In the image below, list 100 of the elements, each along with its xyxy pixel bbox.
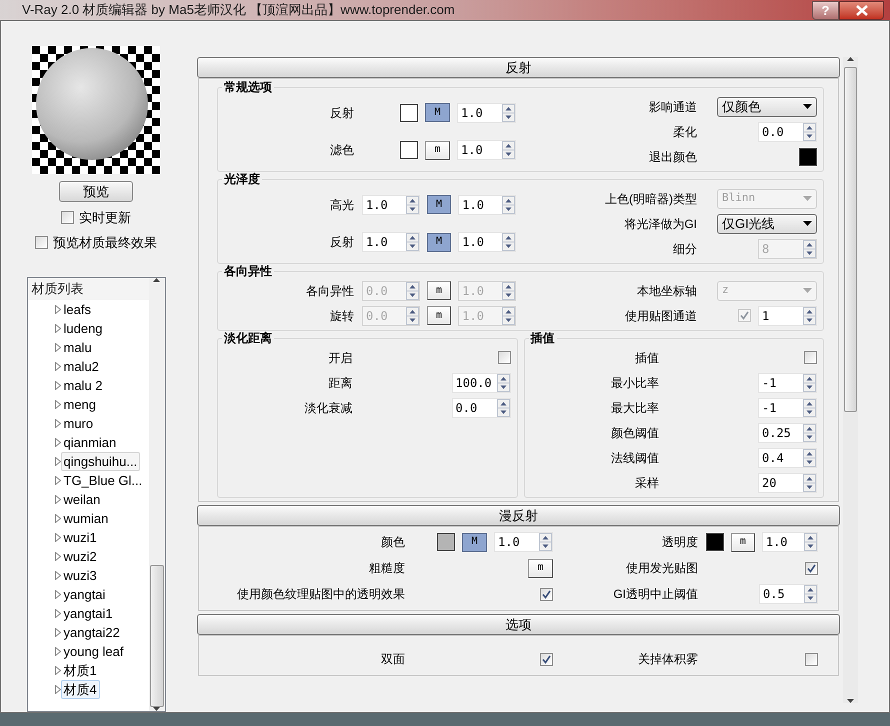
number-spinner[interactable]: 0.0 [452,398,510,418]
expand-arrow-icon[interactable] [54,305,60,314]
checkbox[interactable] [805,562,818,574]
number-spinner[interactable]: 0.4 [758,448,817,468]
number-spinner[interactable]: 1.0 [457,102,516,123]
map-button[interactable]: M [426,195,452,214]
material-item[interactable]: wuzi1 [60,528,100,547]
spin-arrows-icon[interactable] [803,374,816,392]
number-spinner[interactable]: 1.0 [762,532,818,552]
expand-arrow-icon[interactable] [54,457,60,466]
spin-arrows-icon[interactable] [804,585,817,603]
spin-arrows-icon[interactable] [803,424,816,442]
material-item[interactable]: ludeng [60,319,106,338]
expand-arrow-icon[interactable] [54,476,60,485]
spin-arrows-icon[interactable] [502,104,515,122]
expand-arrow-icon[interactable] [54,685,60,694]
map-button[interactable]: M [462,532,487,552]
material-item[interactable]: young leaf [60,642,126,661]
color-swatch[interactable] [400,104,418,122]
color-swatch[interactable] [799,148,817,166]
scroll-up-icon[interactable] [153,278,160,282]
number-spinner[interactable]: 1.0 [458,232,516,252]
scrollbar-thumb[interactable] [150,565,164,707]
material-item[interactable]: weilan [60,490,104,509]
map-button[interactable]: M [425,103,450,122]
material-item[interactable]: malu [60,338,95,357]
number-spinner[interactable]: 100.0 [452,372,510,392]
expand-arrow-icon[interactable] [54,552,60,561]
material-item[interactable]: muro [60,414,96,433]
dropdown[interactable]: 仅颜色 [717,96,817,116]
expand-arrow-icon[interactable] [54,590,60,599]
spin-arrows-icon[interactable] [803,306,816,324]
number-spinner[interactable]: 0.0 [758,122,817,142]
expand-arrow-icon[interactable] [54,400,60,409]
number-spinner[interactable]: 1.0 [458,194,516,215]
spin-arrows-icon[interactable] [803,474,816,492]
number-spinner[interactable]: 0.5 [759,584,818,604]
spin-arrows-icon[interactable] [496,398,510,416]
rollout-header[interactable]: 漫反射 [197,505,840,526]
material-item[interactable]: wumian [60,509,112,528]
color-swatch[interactable] [706,533,724,551]
scrollbar[interactable] [148,278,164,711]
spin-arrows-icon[interactable] [539,533,552,551]
expand-arrow-icon[interactable] [54,343,60,352]
expand-arrow-icon[interactable] [54,609,60,618]
checkbox[interactable] [540,588,553,600]
checkbox[interactable] [498,351,510,364]
map-button[interactable]: m [426,281,452,300]
number-spinner[interactable]: 1.0 [362,232,420,252]
expand-arrow-icon[interactable] [54,419,60,428]
spin-arrows-icon[interactable] [406,233,419,252]
map-button[interactable]: m [528,558,553,578]
material-item[interactable]: malu 2 [60,376,106,395]
color-swatch[interactable] [437,533,455,551]
scrollbar[interactable] [843,57,858,703]
number-spinner[interactable]: 1 [758,306,817,326]
expand-arrow-icon[interactable] [54,381,60,390]
material-item[interactable]: 材质4 [60,680,100,699]
expand-arrow-icon[interactable] [54,533,60,542]
material-item[interactable]: wuzi3 [60,566,100,585]
expand-arrow-icon[interactable] [54,495,60,504]
map-button[interactable]: m [426,306,452,325]
map-button[interactable]: m [425,140,450,160]
scrollbar-thumb[interactable] [844,67,857,412]
checkbox[interactable] [805,652,818,666]
dropdown[interactable]: 仅GI光线 [717,214,817,234]
material-item[interactable]: malu2 [60,357,102,376]
close-button[interactable] [839,0,884,20]
expand-arrow-icon[interactable] [54,438,60,447]
rollout-header[interactable]: 反射 [197,57,840,78]
material-item[interactable]: TG_Blue Gl... [60,471,146,490]
number-spinner[interactable]: 1.0 [494,532,553,552]
checkbox[interactable] [61,211,74,224]
material-item[interactable]: leafs [60,300,94,319]
expand-arrow-icon[interactable] [54,514,60,523]
expand-arrow-icon[interactable] [54,647,60,656]
expand-arrow-icon[interactable] [54,324,60,333]
expand-arrow-icon[interactable] [54,362,60,371]
number-spinner[interactable]: -1 [758,372,817,392]
scroll-down-icon[interactable] [847,699,854,703]
material-item[interactable]: meng [60,395,100,414]
checkbox[interactable] [804,351,817,364]
material-item[interactable]: yangtai1 [60,604,116,623]
material-item[interactable]: qingshuihu... [60,452,140,471]
checkbox[interactable] [35,236,48,249]
preview-button[interactable]: 预览 [59,181,133,202]
number-spinner[interactable]: 20 [758,472,817,492]
expand-arrow-icon[interactable] [54,666,60,675]
color-swatch[interactable] [400,141,418,160]
rollout-header[interactable]: 选项 [197,614,840,635]
number-spinner[interactable]: 1.0 [457,140,516,160]
expand-arrow-icon[interactable] [54,628,60,637]
spin-arrows-icon[interactable] [502,233,515,252]
checkbox[interactable] [540,652,553,666]
material-item[interactable]: yangtai22 [60,623,123,642]
number-spinner[interactable]: -1 [758,398,817,418]
spin-arrows-icon[interactable] [496,374,510,392]
spin-arrows-icon[interactable] [406,196,419,214]
map-button[interactable]: M [426,232,452,252]
spin-arrows-icon[interactable] [803,122,816,140]
